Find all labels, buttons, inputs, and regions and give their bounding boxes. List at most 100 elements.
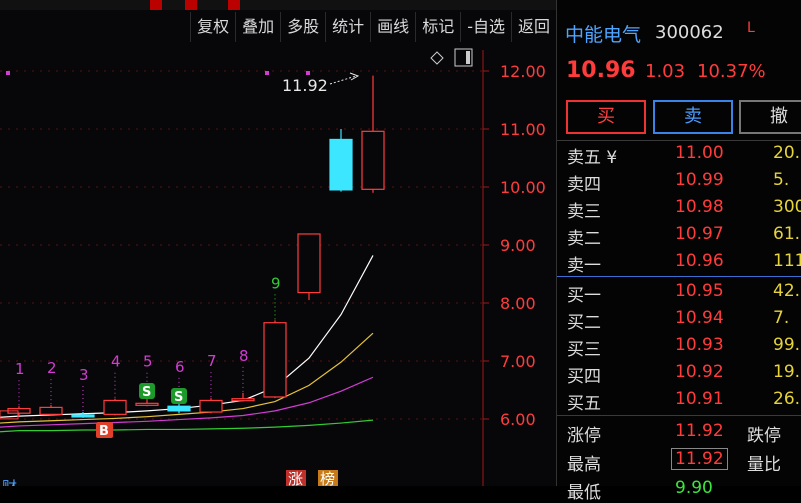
price-axis-label: 7.00 [500,352,536,371]
bottom-tag-text: 榜 [320,470,335,486]
bid-qty: 7. [773,308,790,328]
candle-body[interactable] [297,233,321,294]
candle-body[interactable] [361,130,385,190]
price-axis-label: 8.00 [500,294,536,313]
ask-level-label: 卖三 [567,202,601,222]
buy-signal-text: B [99,424,109,439]
toolbar-item-3[interactable]: 统计 [325,12,370,42]
limit-down-label: 跌停 [747,426,781,446]
price-axis-label: 12.00 [500,62,546,81]
ask-level-label: 卖四 [567,175,601,195]
day-number-label: 5 [143,353,153,371]
bid-price: 10.95 [675,281,724,301]
price-change-percent: 10.37% [697,61,766,82]
bid-qty: 19. [773,362,801,382]
divider [557,140,801,141]
high-value: 11.92 [671,448,728,470]
bid-row[interactable]: 买五 10.91 26. [557,389,801,418]
price-axis-label: 9.00 [500,236,536,255]
ask-price: 10.96 [675,251,724,271]
toolbar-item-6[interactable]: -自选 [460,12,511,42]
bid-row[interactable]: 买三 10.93 99. [557,335,801,364]
bid-row[interactable]: 买一 10.95 42. [557,281,801,310]
candle-body[interactable] [103,399,127,415]
price-axis-label: 11.00 [500,120,546,139]
sell-button[interactable]: 卖 [653,100,733,134]
low-value: 9.90 [675,478,713,498]
limit-up-value: 11.92 [675,421,724,441]
ask-level-label: 卖二 [567,229,601,249]
ask-price: 10.97 [675,224,724,244]
event-dot [265,71,269,75]
toolbar-item-5[interactable]: 标记 [415,12,460,42]
ask-row[interactable]: 卖四 10.99 5. [557,170,801,199]
ask-row[interactable]: 卖三 10.98 300. [557,197,801,226]
day-number-label: 6 [175,358,185,376]
candle-body[interactable] [39,406,63,415]
toolbar-item-4[interactable]: 画线 [370,12,415,42]
ask-row[interactable]: 卖二 10.97 61. [557,224,801,253]
day-number-label: 4 [111,353,121,371]
ask-price: 10.99 [675,170,724,190]
quote-panel: 中能电气 300062 L 10.96 1.03 10.37% 买 卖 撤 卖五… [556,0,801,503]
high-label: 最高 [567,455,601,475]
bid-row[interactable]: 买四 10.92 19. [557,362,801,391]
candlestick-chart[interactable]: 12.00 11.00 10.00 9.00 8.00 7.00 6.00 1 2 3 4 5 6 7 8 9… [0,0,556,486]
day-number-label: 8 [239,347,249,365]
bid-level-label: 买二 [567,313,601,333]
candle-body[interactable] [135,402,159,406]
divider [557,415,801,416]
candle-body[interactable] [71,414,95,418]
candle-body[interactable] [329,138,353,191]
bid-price: 10.93 [675,335,724,355]
ask-level-label: 卖一 [567,256,601,276]
candle-body[interactable] [199,399,223,413]
bid-row[interactable]: 买二 10.94 7. [557,308,801,337]
ask-level-label: 卖五 ¥ [567,148,618,168]
bid-qty: 42. [773,281,801,301]
day-number-label: 9 [271,274,281,292]
bid-price: 10.92 [675,362,724,382]
ask-qty: 300. [773,197,801,217]
sell-signal-text: S [174,390,183,405]
ma60-line [0,419,374,433]
price-axis-label: 6.00 [500,410,536,429]
low-label: 最低 [567,483,601,503]
day-number-label: 1 [15,360,25,378]
ask-qty: 111. [773,251,801,271]
price-axis-label: 10.00 [500,178,546,197]
bid-price: 10.91 [675,389,724,409]
last-price: 10.96 [566,58,636,83]
ask-price: 11.00 [675,143,724,163]
cancel-order-button[interactable]: 撤 [739,100,801,134]
stock-name[interactable]: 中能电气 [565,20,641,47]
sell-signal-text: S [142,385,151,400]
candle-body[interactable] [231,398,255,402]
toolbar-item-1[interactable]: 叠加 [235,12,280,42]
limit-up-label: 涨停 [567,426,601,446]
ask-qty: 5. [773,170,790,190]
ask-row[interactable]: 卖五 ¥ 11.00 20. [557,143,801,172]
buy-button[interactable]: 买 [566,100,646,134]
ask-qty: 20. [773,143,801,163]
ask-price: 10.98 [675,197,724,217]
candle-body[interactable] [263,322,287,398]
ask-qty: 61. [773,224,801,244]
toolbar-item-7[interactable]: 返回 [510,12,556,42]
event-dot [6,71,10,75]
bid-price: 10.94 [675,308,724,328]
panel-toggle-icon-bar [466,51,470,64]
toolbar-item-0[interactable]: 复权 [190,12,235,42]
bid-level-label: 买五 [567,394,601,414]
day-number-label: 7 [207,352,217,370]
bid-qty: 26. [773,389,801,409]
peak-price-label: 11.92 [282,76,328,95]
kline-chart-area[interactable]: 12.00 11.00 10.00 9.00 8.00 7.00 6.00 1 2 3 4 5 6 7 8 9… [0,0,556,486]
bid-level-label: 买四 [567,367,601,387]
stock-flag: L [747,20,755,36]
toolbar-item-2[interactable]: 多股 [280,12,325,42]
candle-body[interactable] [167,405,191,412]
volume-ratio-label: 量比 [747,455,781,475]
day-number-label: 2 [47,359,57,377]
diamond-icon[interactable] [430,51,444,65]
